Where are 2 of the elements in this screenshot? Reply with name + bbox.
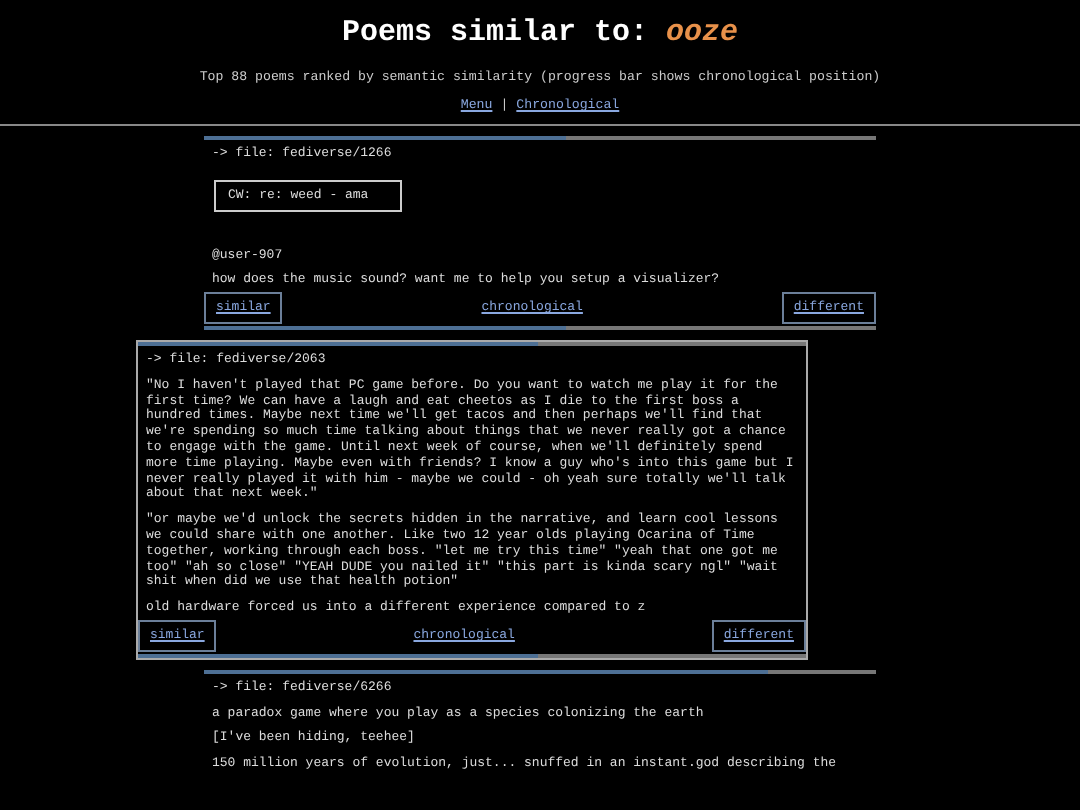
page-title: Poems similar to:: [341, 16, 648, 50]
query-term: ooze: [666, 16, 739, 50]
